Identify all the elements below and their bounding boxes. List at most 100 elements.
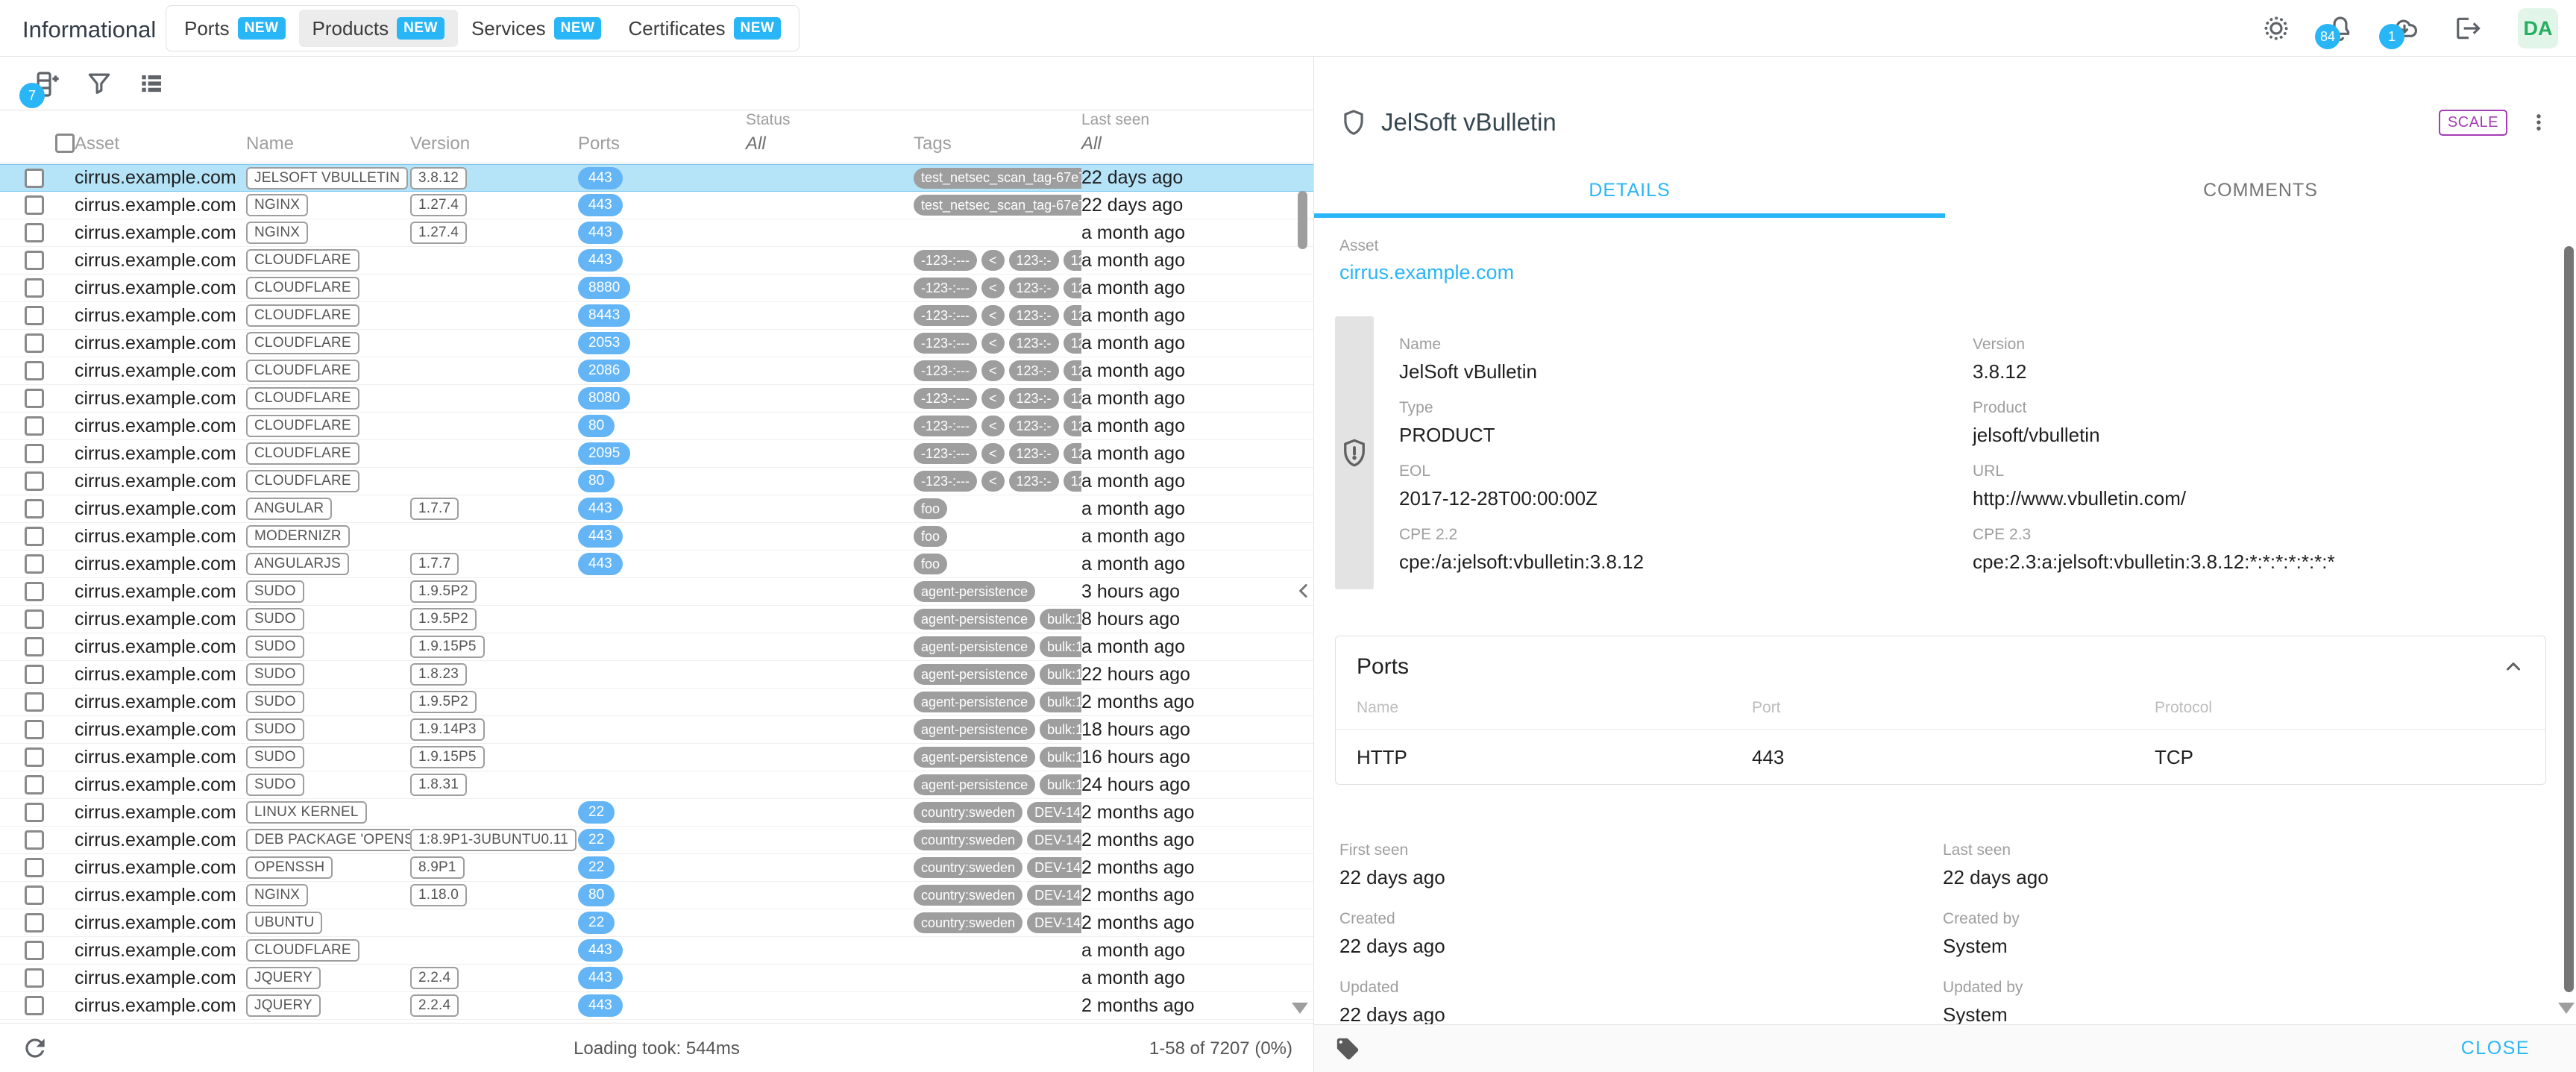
row-checkbox[interactable] bbox=[25, 803, 44, 822]
row-checkbox[interactable] bbox=[25, 499, 44, 518]
status-filter-value[interactable]: All bbox=[746, 134, 914, 154]
row-checkbox[interactable] bbox=[25, 389, 44, 408]
more-options-kebab-icon[interactable] bbox=[2528, 107, 2549, 137]
table-row[interactable]: cirrus.example.comSUDO1.8.23agent-persis… bbox=[0, 661, 1313, 689]
row-checkbox[interactable] bbox=[25, 665, 44, 684]
table-row[interactable]: cirrus.example.comCLOUDFLARE443-123-:---… bbox=[0, 247, 1313, 275]
table-scroll-down-arrow[interactable] bbox=[1292, 1003, 1308, 1014]
column-header-name[interactable]: Name bbox=[246, 111, 410, 165]
tab-products[interactable]: ProductsNEW bbox=[299, 10, 458, 47]
row-checkbox[interactable] bbox=[25, 858, 44, 877]
table-row[interactable]: cirrus.example.comANGULARJS1.7.7443fooa … bbox=[0, 551, 1313, 578]
table-row[interactable]: cirrus.example.comSUDO1.9.5P2agent-persi… bbox=[0, 689, 1313, 716]
row-checkbox[interactable] bbox=[25, 609, 44, 629]
column-header-tags[interactable]: Tags bbox=[914, 111, 1081, 165]
table-row[interactable]: cirrus.example.comCLOUDFLARE443a month a… bbox=[0, 937, 1313, 965]
tag-chip: country:sweden bbox=[914, 802, 1022, 823]
row-checkbox[interactable] bbox=[25, 886, 44, 905]
table-row[interactable]: cirrus.example.comLINUX KERNEL22country:… bbox=[0, 799, 1313, 827]
table-row[interactable]: cirrus.example.comNGINX1.18.080country:s… bbox=[0, 882, 1313, 909]
filter-icon[interactable] bbox=[85, 69, 115, 99]
table-row[interactable]: cirrus.example.comSUDO1.9.5P2agent-persi… bbox=[0, 578, 1313, 606]
row-checkbox[interactable] bbox=[25, 306, 44, 325]
row-checkbox[interactable] bbox=[25, 195, 44, 215]
table-row[interactable]: cirrus.example.comUBUNTU22country:sweden… bbox=[0, 909, 1313, 937]
table-row[interactable]: cirrus.example.comCLOUDFLARE2053-123-:--… bbox=[0, 330, 1313, 357]
table-row[interactable]: cirrus.example.comNGINX1.27.4443test_net… bbox=[0, 192, 1313, 219]
table-row[interactable]: cirrus.example.comDEB PACKAGE 'OPENSSH'1… bbox=[0, 827, 1313, 854]
table-row[interactable]: cirrus.example.comNGINX1.27.4443a month … bbox=[0, 219, 1313, 247]
row-checkbox[interactable] bbox=[25, 582, 44, 601]
table-row[interactable]: cirrus.example.comJQUERY2.2.44432 months… bbox=[0, 992, 1313, 1020]
column-header-asset[interactable]: Asset bbox=[75, 111, 246, 165]
row-checkbox[interactable] bbox=[25, 941, 44, 960]
column-header-status[interactable]: Status All bbox=[746, 111, 914, 165]
row-checkbox[interactable] bbox=[25, 775, 44, 794]
row-checkbox[interactable] bbox=[25, 830, 44, 850]
row-checkbox[interactable] bbox=[25, 251, 44, 270]
row-checkbox[interactable] bbox=[25, 416, 44, 436]
table-row[interactable]: cirrus.example.comANGULAR1.7.7443fooa mo… bbox=[0, 495, 1313, 523]
table-row[interactable]: cirrus.example.comJQUERY2.2.4443a month … bbox=[0, 965, 1313, 992]
logout-icon[interactable] bbox=[2454, 13, 2484, 43]
table-row[interactable]: cirrus.example.comOPENSSH8.9P122country:… bbox=[0, 854, 1313, 882]
row-checkbox[interactable] bbox=[25, 278, 44, 298]
table-row[interactable]: cirrus.example.comSUDO1.9.15P5agent-pers… bbox=[0, 633, 1313, 661]
row-checkbox[interactable] bbox=[25, 554, 44, 574]
table-row[interactable]: cirrus.example.comMODERNIZR443fooa month… bbox=[0, 523, 1313, 551]
table-row[interactable]: cirrus.example.comSUDO1.8.31agent-persis… bbox=[0, 771, 1313, 799]
list-view-icon[interactable] bbox=[137, 69, 167, 99]
tab-ports[interactable]: PortsNEW bbox=[171, 10, 299, 47]
tab-details[interactable]: DETAILS bbox=[1314, 163, 1945, 218]
row-checkbox[interactable] bbox=[25, 720, 44, 739]
avatar[interactable]: DA bbox=[2518, 8, 2558, 48]
row-checkbox[interactable] bbox=[25, 444, 44, 463]
asset-link[interactable]: cirrus.example.com bbox=[1339, 261, 1514, 284]
row-checkbox[interactable] bbox=[25, 223, 44, 242]
table-scrollbar-thumb[interactable] bbox=[1298, 191, 1307, 249]
collapse-section-chevron-up-icon[interactable] bbox=[2502, 656, 2525, 678]
table-row[interactable]: cirrus.example.comCLOUDFLARE80-123-:---<… bbox=[0, 413, 1313, 440]
table-row[interactable]: cirrus.example.comCLOUDFLARE2095-123-:--… bbox=[0, 440, 1313, 468]
tag-chip: < bbox=[981, 471, 1005, 492]
table-row[interactable]: cirrus.example.comSUDO1.9.14P3agent-pers… bbox=[0, 716, 1313, 744]
row-checkbox[interactable] bbox=[25, 913, 44, 932]
tab-certificates[interactable]: CertificatesNEW bbox=[615, 10, 794, 47]
row-checkbox[interactable] bbox=[25, 968, 44, 988]
cloud-download-icon[interactable]: 1 bbox=[2390, 13, 2419, 43]
row-checkbox[interactable] bbox=[25, 637, 44, 656]
select-all-checkbox[interactable] bbox=[55, 134, 75, 153]
add-column-icon[interactable]: 7 bbox=[31, 69, 61, 99]
notifications-bell-icon[interactable]: 84 bbox=[2325, 13, 2355, 43]
row-checkbox[interactable] bbox=[25, 361, 44, 380]
product-name-chip: SUDO bbox=[246, 746, 304, 768]
row-checkbox[interactable] bbox=[25, 471, 44, 491]
table-row[interactable]: cirrus.example.comCLOUDFLARE2086-123-:--… bbox=[0, 357, 1313, 385]
column-header-last-seen[interactable]: Last seen All bbox=[1081, 111, 1313, 165]
row-checkbox[interactable] bbox=[25, 527, 44, 546]
row-checkbox[interactable] bbox=[25, 692, 44, 712]
row-checkbox[interactable] bbox=[25, 333, 44, 353]
detail-scrollbar-thumb[interactable] bbox=[2564, 246, 2574, 992]
tab-comments[interactable]: COMMENTS bbox=[1945, 163, 2576, 218]
brightness-icon[interactable] bbox=[2261, 13, 2291, 43]
column-header-version[interactable]: Version bbox=[410, 111, 578, 165]
last-seen-filter-value[interactable]: All bbox=[1081, 134, 1313, 154]
table-row[interactable]: cirrus.example.comCLOUDFLARE80-123-:---<… bbox=[0, 468, 1313, 495]
table-row[interactable]: cirrus.example.comCLOUDFLARE8080-123-:--… bbox=[0, 385, 1313, 413]
table-row[interactable]: cirrus.example.comJELSOFT VBULLETIN3.8.1… bbox=[0, 164, 1313, 192]
tag-icon[interactable] bbox=[1335, 1036, 1360, 1062]
table-row[interactable]: cirrus.example.comSUDO1.9.5P2agent-persi… bbox=[0, 606, 1313, 633]
table-row[interactable]: cirrus.example.comCLOUDFLARE8880-123-:--… bbox=[0, 275, 1313, 302]
row-checkbox[interactable] bbox=[25, 747, 44, 767]
tag-chip: 123-:- bbox=[1009, 443, 1059, 464]
row-checkbox[interactable] bbox=[25, 996, 44, 1015]
tag-chip: -123-:--- bbox=[914, 305, 977, 326]
table-row[interactable]: cirrus.example.comCLOUDFLARE8443-123-:--… bbox=[0, 302, 1313, 330]
column-header-ports[interactable]: Ports bbox=[578, 111, 746, 165]
detail-scroll-down-arrow[interactable] bbox=[2558, 1003, 2575, 1014]
table-row[interactable]: cirrus.example.comSUDO1.9.15P5agent-pers… bbox=[0, 744, 1313, 771]
tab-services[interactable]: ServicesNEW bbox=[458, 10, 615, 47]
row-checkbox[interactable] bbox=[25, 169, 44, 188]
close-button[interactable]: CLOSE bbox=[2461, 1038, 2530, 1059]
